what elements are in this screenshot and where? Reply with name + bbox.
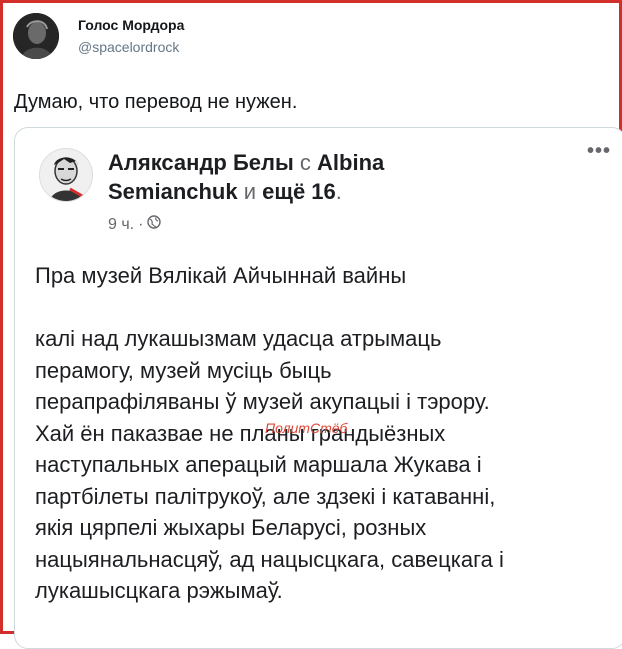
post-line: лукашысцкага рэжымаў. [35,578,283,603]
post-line: перамогу, музей мусіць быць [35,357,332,383]
embedded-post-card[interactable]: Аляксандр Белы с Albina Semianchuk и ещё… [14,127,622,649]
tagged-others[interactable]: ещё 16 [262,179,336,204]
header-period: . [335,179,342,204]
post-line: якія цярпелі жыхары Беларусі, розных [35,515,427,540]
post-header: Аляксандр Белы с Albina Semianchuk и ещё… [108,148,538,206]
meta-separator: · [138,215,144,233]
and-word: и [243,179,257,204]
watermark: ПолитСтёб [265,420,348,436]
author-avatar[interactable] [13,13,59,59]
post-line: наступальных аперацый маршала Жукава і [35,452,482,477]
globe-icon [147,215,162,234]
post-author-avatar[interactable] [39,148,93,202]
screenshot-frame: Голос Мордора @spacelordrock Думаю, что … [0,0,622,649]
with-word: с [299,150,311,175]
post-line: перапрафіляваны ў музей акупацыі і тэрор… [35,389,490,414]
author-handle[interactable]: @spacelordrock [78,39,179,55]
post-time[interactable]: 9 ч. [108,216,134,234]
tagged-name-last[interactable]: Semianchuk [108,179,238,204]
post-line: нацыянальнасцяў, ад нацысцкага, савецкаг… [35,546,504,572]
post-title: Пра музей Вялікай Айчыннай вайны [35,263,407,288]
post-line: партбілеты палітрукоў, але здзекі і ката… [35,483,496,509]
tweet-text: Думаю, что перевод не нужен. [14,91,298,113]
post-meta: 9 ч. · [108,215,162,234]
post-author-name[interactable]: Аляксандр Белы [108,150,294,175]
post-line: калі над лукашызмам удасца атрымаць [35,326,442,351]
more-dots-icon[interactable]: ••• [587,140,611,163]
author-name[interactable]: Голос Мордора [78,17,184,33]
tagged-name-first[interactable]: Albina [317,150,384,175]
